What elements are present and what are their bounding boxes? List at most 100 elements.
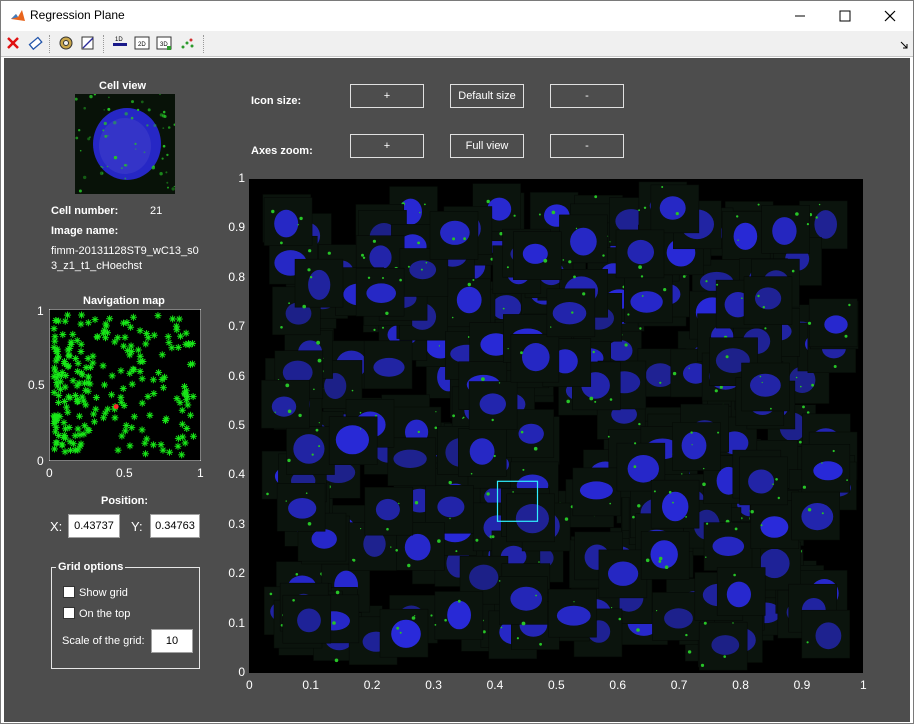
zoom-plus-button[interactable]: + — [350, 134, 424, 158]
cell-tile — [286, 426, 335, 475]
nav-ytick: 0.5 — [28, 378, 45, 392]
image-name-line2: 3_z1_t1_cHoechst — [51, 260, 143, 272]
position-title: Position: — [101, 495, 149, 507]
cell-tile — [652, 592, 701, 641]
navigation-map-title: Navigation map — [83, 295, 165, 307]
image-name-label: Image name: — [51, 225, 119, 237]
regression-plane-plot[interactable] — [249, 179, 863, 673]
main-ytick: 0.9 — [228, 220, 245, 235]
label-2d-icon[interactable]: 2D — [133, 34, 151, 52]
on-top-checkbox[interactable] — [63, 607, 75, 619]
eraser-icon[interactable] — [27, 34, 45, 52]
cell-tile — [739, 456, 788, 506]
minimize-icon — [795, 15, 805, 17]
default-size-button[interactable]: Default size — [450, 84, 524, 108]
cell-tile — [598, 549, 648, 599]
cell-number-label: Cell number: — [51, 205, 119, 217]
cell-tile — [559, 214, 608, 264]
label-1d-icon[interactable]: 1D — [111, 34, 129, 52]
main-xtick: 0.1 — [302, 678, 320, 692]
scatter-icon[interactable] — [179, 34, 197, 52]
title-bar: Regression Plane — [1, 1, 913, 31]
toolbar-separator — [203, 35, 204, 53]
cell-tile — [716, 567, 766, 616]
main-xtick: 0.9 — [793, 678, 811, 692]
main-ytick: 0.8 — [228, 269, 245, 284]
cell-tile — [294, 258, 344, 309]
cell-tile — [624, 274, 673, 324]
axes-zoom-label: Axes zoom: — [251, 145, 313, 157]
close-x-icon[interactable] — [5, 34, 23, 52]
cell-tile — [650, 184, 700, 234]
svg-text:1D: 1D — [115, 37, 123, 43]
full-view-button[interactable]: Full view — [450, 134, 524, 158]
main-ytick: 0 — [238, 665, 245, 679]
main-xtick: 0.8 — [732, 678, 749, 692]
label-3d-icon[interactable]: 3D — [155, 34, 173, 52]
y-position-field[interactable]: 0.34763 — [150, 514, 200, 538]
main-xtick: 0.5 — [548, 678, 565, 692]
cell-view-title: Cell view — [99, 80, 147, 92]
grid-options-title: Grid options — [56, 561, 126, 573]
cell-tile — [263, 197, 313, 246]
show-grid-label: Show grid — [79, 587, 128, 599]
cell-tile — [458, 428, 507, 477]
minimize-button[interactable] — [777, 1, 823, 31]
main-xtick: 0.7 — [670, 678, 688, 692]
cell-tile — [355, 267, 405, 317]
cell-tile — [672, 422, 721, 471]
grid-scale-label: Scale of the grid: — [62, 635, 145, 647]
cell-tile — [801, 609, 851, 659]
nav-xtick: 0 — [46, 466, 53, 480]
cell-tile — [468, 381, 518, 430]
cell-tile — [741, 362, 790, 412]
show-grid-checkbox[interactable] — [63, 586, 75, 598]
main-xtick: 0 — [246, 678, 253, 692]
cell-tile — [703, 522, 753, 571]
cell-tile — [615, 229, 665, 279]
main-xtick: 0.2 — [363, 678, 381, 692]
grid-scale-field[interactable]: 10 — [151, 629, 193, 653]
cell-tile — [698, 621, 748, 671]
x-position-field[interactable]: 0.43737 — [68, 514, 120, 538]
y-label: Y: — [131, 519, 143, 534]
main-ytick: 0.1 — [228, 615, 245, 630]
cell-tile — [434, 591, 484, 640]
main-ytick: 1 — [238, 171, 245, 185]
cell-tile — [807, 298, 858, 348]
main-ytick: 0.5 — [228, 418, 245, 432]
nav-ytick: 0 — [37, 454, 44, 468]
cell-tile — [498, 576, 548, 626]
maximize-button[interactable] — [822, 1, 868, 31]
toolbar-separator — [49, 35, 50, 53]
zoom-minus-button[interactable]: - — [550, 134, 624, 158]
close-window-button[interactable] — [867, 1, 913, 31]
cell-tile — [364, 486, 414, 536]
toolbar: 1D 2D 3D — [1, 31, 913, 57]
gear-icon[interactable] — [57, 34, 75, 52]
nav-xtick: 0.5 — [116, 466, 133, 480]
nav-marker — [173, 395, 181, 403]
icon-size-plus-button[interactable]: + — [350, 84, 424, 108]
cell-tile — [379, 608, 429, 658]
cell-tile — [743, 276, 793, 325]
cell-tile — [548, 588, 597, 638]
cell-number-value: 21 — [150, 205, 163, 217]
nav-marker — [117, 367, 125, 375]
navigation-map[interactable] — [49, 309, 201, 461]
cell-tile — [801, 444, 851, 493]
cell-tile — [640, 531, 690, 580]
main-ytick: 0.6 — [228, 368, 245, 383]
on-top-label: On the top — [79, 608, 131, 620]
application-window: Regression Plane 1D 2D 3D Cell view Cell… — [0, 0, 914, 724]
icon-size-minus-button[interactable]: - — [550, 84, 624, 108]
cell-tile — [572, 467, 622, 517]
figure-area: Cell view Cell number: 21 Image name: fi… — [4, 58, 910, 722]
x-label: X: — [50, 519, 63, 534]
dock-arrow-icon[interactable] — [900, 41, 909, 50]
cell-tile — [513, 231, 562, 280]
main-xtick: 1 — [860, 678, 867, 692]
cell-view-image — [75, 94, 175, 194]
maximize-icon — [839, 10, 851, 22]
export-icon[interactable] — [79, 34, 97, 52]
